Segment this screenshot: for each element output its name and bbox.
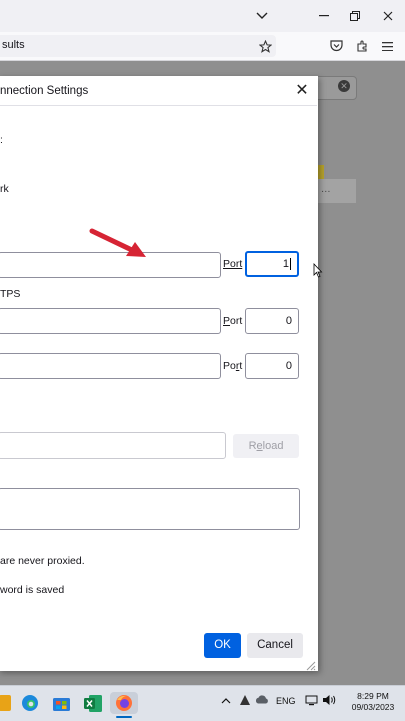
no-proxy-textarea[interactable]: [0, 488, 300, 530]
https-proxy-input[interactable]: [0, 308, 221, 334]
excel-icon[interactable]: [82, 692, 104, 714]
network-icon[interactable]: [305, 695, 318, 708]
bookmark-star-icon[interactable]: [254, 36, 276, 56]
dialog-title: nnection Settings: [0, 85, 89, 97]
chevron-down-icon[interactable]: [247, 0, 277, 32]
chevron-up-icon[interactable]: [221, 696, 231, 706]
clear-icon: ✕: [338, 80, 350, 92]
minimize-icon[interactable]: [309, 0, 339, 32]
microsoft-store-icon[interactable]: [50, 692, 72, 714]
url-text: sults: [2, 39, 25, 51]
taskbar-clock[interactable]: 8:29 PM 09/03/2023: [345, 691, 401, 713]
close-window-icon[interactable]: [373, 0, 403, 32]
http-port-input[interactable]: 1: [245, 251, 299, 277]
clock-date: 09/03/2023: [351, 702, 395, 712]
autoconfig-url-input[interactable]: [0, 432, 226, 459]
active-app-indicator: [116, 716, 132, 718]
password-note: word is saved: [0, 584, 65, 596]
clock-time: 8:29 PM: [357, 691, 389, 701]
socks-port-label: Port: [223, 360, 243, 372]
dialog-close-icon[interactable]: ✕: [291, 80, 313, 102]
volume-icon[interactable]: [322, 694, 336, 708]
edge-icon[interactable]: [19, 692, 41, 714]
cancel-button[interactable]: Cancel: [247, 633, 303, 658]
socks-port-input[interactable]: 0: [245, 353, 299, 379]
https-port-label: Port: [223, 315, 243, 327]
tray-app-icon[interactable]: [239, 694, 251, 708]
proxy-option-label: :: [0, 134, 3, 146]
firefox-icon: [116, 695, 132, 711]
hamburger-menu-icon[interactable]: [376, 36, 398, 56]
ok-button[interactable]: OK: [204, 633, 241, 658]
resize-grip-icon[interactable]: [304, 658, 316, 671]
http-port-value: 1: [282, 258, 289, 270]
https-port-input[interactable]: 0: [245, 308, 299, 334]
taskbar-app-icon[interactable]: [0, 692, 16, 714]
red-arrow-annotation: [89, 228, 146, 257]
url-bar[interactable]: [0, 35, 276, 57]
browser-titlebar: [0, 0, 405, 32]
pocket-icon[interactable]: [325, 36, 347, 56]
dialog-divider: [0, 105, 317, 106]
language-indicator[interactable]: ENG: [276, 696, 296, 706]
mouse-cursor-icon: [313, 263, 323, 278]
no-proxy-note: are never proxied.: [0, 555, 85, 567]
extensions-icon[interactable]: [351, 36, 373, 56]
proxy-option-network-label: rk: [0, 183, 9, 195]
reload-button[interactable]: Reload: [233, 434, 299, 458]
restore-icon[interactable]: [340, 0, 370, 32]
onedrive-cloud-icon[interactable]: [255, 695, 269, 706]
http-port-label: Port: [223, 258, 243, 270]
https-proxy-label: TPS: [0, 288, 21, 300]
socks-host-input[interactable]: [0, 353, 221, 379]
firefox-taskbar-button[interactable]: [110, 692, 138, 714]
background-card: …: [318, 179, 356, 203]
